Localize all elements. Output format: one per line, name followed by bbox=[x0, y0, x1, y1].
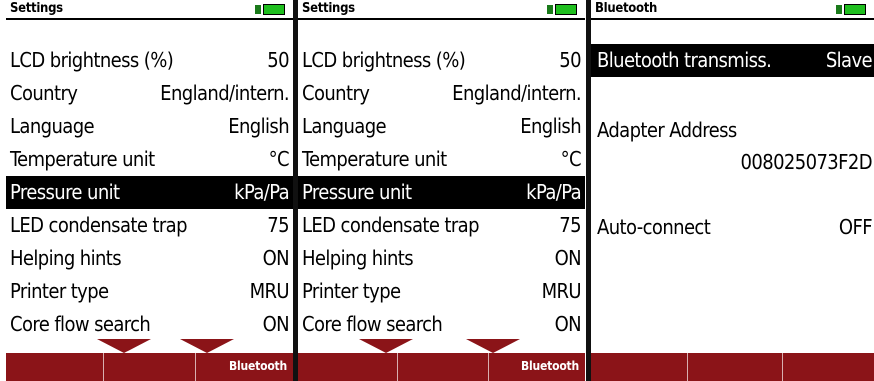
title-bar: Settings bbox=[298, 0, 585, 20]
setting-row-led-condensate-trap[interactable]: LED condensate trap 75 bbox=[298, 209, 585, 242]
setting-value: °C bbox=[560, 147, 582, 171]
setting-row-core-flow-search[interactable]: Core flow search ON bbox=[298, 308, 585, 341]
setting-label: Bluetooth transmiss. bbox=[597, 48, 772, 72]
setting-value: 50 bbox=[559, 48, 581, 72]
battery-icon bbox=[547, 4, 577, 15]
setting-row-printer-type[interactable]: Printer type MRU bbox=[298, 275, 585, 308]
softkey-bluetooth[interactable]: Bluetooth bbox=[195, 353, 293, 381]
setting-row-led-condensate-trap[interactable]: LED condensate trap 75 bbox=[6, 209, 293, 242]
setting-row-helping-hints[interactable]: Helping hints ON bbox=[6, 242, 293, 275]
scroll-down-arrow-icon[interactable] bbox=[359, 339, 413, 353]
setting-value: ON bbox=[554, 246, 582, 270]
setting-value: °C bbox=[268, 147, 290, 171]
setting-row-pressure-unit[interactable]: Pressure unit kPa/Pa bbox=[298, 176, 585, 209]
setting-label: Core flow search bbox=[302, 312, 443, 336]
setting-row-country[interactable]: Country England/intern. bbox=[298, 77, 585, 110]
setting-label: Auto-connect bbox=[597, 215, 711, 239]
setting-label: LED condensate trap bbox=[302, 213, 480, 237]
setting-row-auto-connect[interactable]: Auto-connect OFF bbox=[591, 211, 874, 244]
setting-value: England/intern. bbox=[160, 81, 289, 105]
setting-label: Language bbox=[10, 114, 95, 138]
title-bar: Bluetooth bbox=[591, 0, 874, 20]
setting-label: Helping hints bbox=[302, 246, 414, 270]
setting-value: English bbox=[228, 114, 289, 138]
setting-row-country[interactable]: Country England/intern. bbox=[6, 77, 293, 110]
adapter-address-label-row: Adapter Address bbox=[591, 114, 874, 147]
softkey-2[interactable] bbox=[687, 353, 782, 381]
setting-label: LED condensate trap bbox=[10, 213, 188, 237]
setting-label: LCD brightness (%) bbox=[10, 48, 174, 72]
setting-row-temperature-unit[interactable]: Temperature unit °C bbox=[298, 143, 585, 176]
battery-icon bbox=[255, 4, 285, 15]
setting-label: Helping hints bbox=[10, 246, 122, 270]
softkey-bluetooth[interactable]: Bluetooth bbox=[488, 353, 585, 381]
setting-row-helping-hints[interactable]: Helping hints ON bbox=[298, 242, 585, 275]
settings-screen-1: Settings LCD brightness (%) 50 Country Eng… bbox=[6, 0, 293, 381]
screen-title: Settings bbox=[302, 1, 355, 16]
setting-label: Printer type bbox=[10, 279, 109, 303]
setting-value: 75 bbox=[267, 213, 289, 237]
screen-title: Settings bbox=[10, 1, 63, 16]
setting-value: ON bbox=[262, 246, 290, 270]
setting-label: Pressure unit bbox=[10, 180, 120, 204]
setting-value: England/intern. bbox=[452, 81, 581, 105]
setting-value: Slave bbox=[825, 48, 873, 72]
softkey-bar: Bluetooth bbox=[6, 353, 293, 381]
setting-label: Core flow search bbox=[10, 312, 151, 336]
setting-row-lcd-brightness[interactable]: LCD brightness (%) 50 bbox=[6, 44, 293, 77]
setting-label: Temperature unit bbox=[10, 147, 155, 171]
settings-screen-2: Settings LCD brightness (%) 50 Country Eng… bbox=[298, 0, 585, 381]
setting-value: ON bbox=[554, 312, 582, 336]
adapter-address-label: Adapter Address bbox=[597, 118, 737, 142]
setting-row-language[interactable]: Language English bbox=[298, 110, 585, 143]
setting-value: ON bbox=[262, 312, 290, 336]
scroll-down-arrow-icon[interactable] bbox=[180, 339, 234, 353]
setting-value: kPa/Pa bbox=[234, 180, 289, 204]
softkey-label: Bluetooth bbox=[521, 359, 579, 373]
setting-row-temperature-unit[interactable]: Temperature unit °C bbox=[6, 143, 293, 176]
setting-value: 75 bbox=[559, 213, 581, 237]
battery-icon bbox=[836, 4, 866, 15]
adapter-address-value-row: 008025073F2D bbox=[591, 146, 874, 179]
setting-label: Language bbox=[302, 114, 387, 138]
setting-value: 50 bbox=[267, 48, 289, 72]
softkey-2[interactable] bbox=[103, 353, 195, 381]
setting-label: Temperature unit bbox=[302, 147, 447, 171]
setting-label: LCD brightness (%) bbox=[302, 48, 466, 72]
setting-label: Country bbox=[10, 81, 78, 105]
setting-value: English bbox=[520, 114, 581, 138]
setting-value: MRU bbox=[249, 279, 290, 303]
softkey-bar bbox=[591, 353, 874, 381]
scroll-down-arrow-icon[interactable] bbox=[466, 339, 520, 353]
title-bar: Settings bbox=[6, 0, 293, 20]
softkey-2[interactable] bbox=[397, 353, 488, 381]
setting-row-core-flow-search[interactable]: Core flow search ON bbox=[6, 308, 293, 341]
setting-value: OFF bbox=[838, 215, 873, 239]
setting-value: kPa/Pa bbox=[526, 180, 581, 204]
softkey-label: Bluetooth bbox=[229, 359, 287, 373]
setting-label: Pressure unit bbox=[302, 180, 412, 204]
setting-label: Country bbox=[302, 81, 370, 105]
scroll-down-arrow-icon[interactable] bbox=[97, 339, 151, 353]
setting-value: MRU bbox=[541, 279, 582, 303]
setting-row-language[interactable]: Language English bbox=[6, 110, 293, 143]
setting-row-bluetooth-transmission[interactable]: Bluetooth transmiss. Slave bbox=[591, 44, 874, 77]
bluetooth-screen: Bluetooth Bluetooth transmiss. Slave Ada… bbox=[591, 0, 874, 381]
adapter-address-value: 008025073F2D bbox=[740, 150, 873, 174]
softkey-3[interactable] bbox=[782, 353, 874, 381]
setting-row-pressure-unit[interactable]: Pressure unit kPa/Pa bbox=[6, 176, 293, 209]
softkey-bar: Bluetooth bbox=[298, 353, 585, 381]
setting-row-printer-type[interactable]: Printer type MRU bbox=[6, 275, 293, 308]
setting-label: Printer type bbox=[302, 279, 401, 303]
screen-title: Bluetooth bbox=[595, 1, 658, 16]
setting-row-lcd-brightness[interactable]: LCD brightness (%) 50 bbox=[298, 44, 585, 77]
